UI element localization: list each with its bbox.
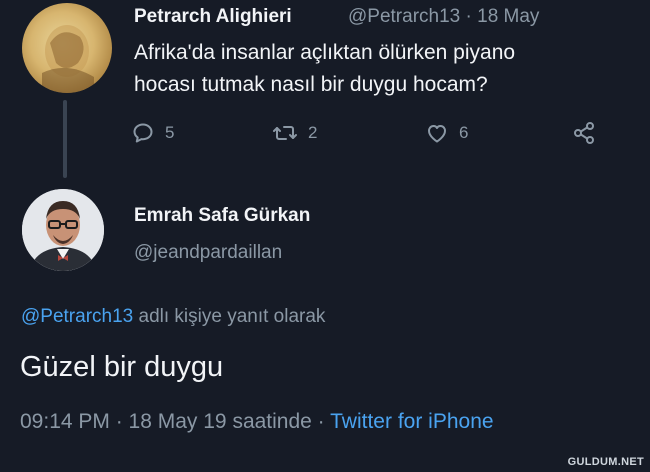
main-author-handle[interactable]: @jeandpardaillan [134,242,282,264]
site-watermark: GULDUM.NET [567,456,644,468]
replying-to-line: @Petrarch13 adlı kişiye yanıt olarak [21,306,325,328]
parent-handle-date: @Petrarch13 · 18 May [348,6,539,28]
tweet-source-link[interactable]: Twitter for iPhone [330,410,493,433]
parent-tweet-text: Afrika'da insanlar açlıktan ölürken piya… [134,37,634,101]
parent-date[interactable]: 18 May [477,6,539,27]
meta-separator: · [465,6,472,27]
tweet-timestamp-line: 09:14 PM · 18 May 19 saatinde · Twitter … [20,410,494,434]
petrarch-avatar[interactable] [22,3,112,93]
parent-text-line-1: Afrika'da insanlar açlıktan ölürken piya… [134,41,516,64]
main-tweet-text: Güzel bir duygu [20,351,224,383]
main-author-name[interactable]: Emrah Safa Gürkan [134,205,310,227]
like-icon [425,121,449,145]
parent-text-line-2: hocası tutmak nasıl bir duygu hocam? [134,73,488,96]
retweet-button[interactable]: 2 [272,118,317,148]
reply-icon [131,121,155,145]
share-button[interactable] [571,118,597,148]
retweet-icon [272,121,298,145]
tweet-timestamp[interactable]: 09:14 PM · 18 May 19 saatinde · [20,410,325,433]
thread-connector-line [63,100,67,178]
reply-button[interactable]: 5 [131,118,174,148]
like-button[interactable]: 6 [425,118,468,148]
like-count: 6 [459,123,469,142]
replying-mention-link[interactable]: @Petrarch13 [21,306,133,327]
parent-author-name[interactable]: Petrarch Alighieri [134,6,292,28]
reply-count: 5 [165,123,175,142]
retweet-count: 2 [308,123,318,142]
replying-suffix: adlı kişiye yanıt olarak [138,306,326,327]
parent-handle[interactable]: @Petrarch13 [348,6,460,27]
gurkan-avatar[interactable] [22,189,104,271]
share-icon [571,120,597,146]
